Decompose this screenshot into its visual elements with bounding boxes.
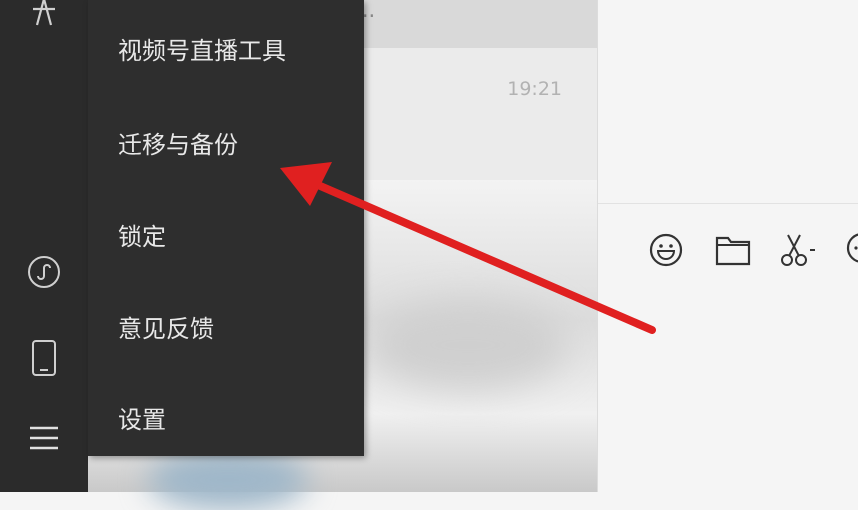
menu-item-channels-live-tool[interactable]: 视频号直播工具 <box>118 31 286 71</box>
message-input-divider <box>598 203 858 204</box>
menu-item-migrate-backup[interactable]: 迁移与备份 <box>118 125 238 165</box>
chat-pane <box>598 0 858 492</box>
message-time: 19:21 <box>507 78 562 100</box>
menu-item-feedback[interactable]: 意见反馈 <box>118 309 214 349</box>
chat-bubble-icon[interactable] <box>842 230 858 270</box>
scissors-icon[interactable] <box>778 230 818 270</box>
sidebar <box>0 0 88 492</box>
folder-icon[interactable] <box>713 230 753 270</box>
menu-item-settings[interactable]: 设置 <box>118 400 166 440</box>
miniprogram-icon[interactable] <box>24 252 64 292</box>
star-icon[interactable] <box>24 0 64 32</box>
main-menu: 视频号直播工具 迁移与备份 锁定 意见反馈 设置 <box>88 0 364 456</box>
emoji-icon[interactable] <box>646 230 686 270</box>
menu-item-lock[interactable]: 锁定 <box>118 217 166 257</box>
menu-icon[interactable] <box>24 418 64 458</box>
phone-icon[interactable] <box>24 338 64 378</box>
